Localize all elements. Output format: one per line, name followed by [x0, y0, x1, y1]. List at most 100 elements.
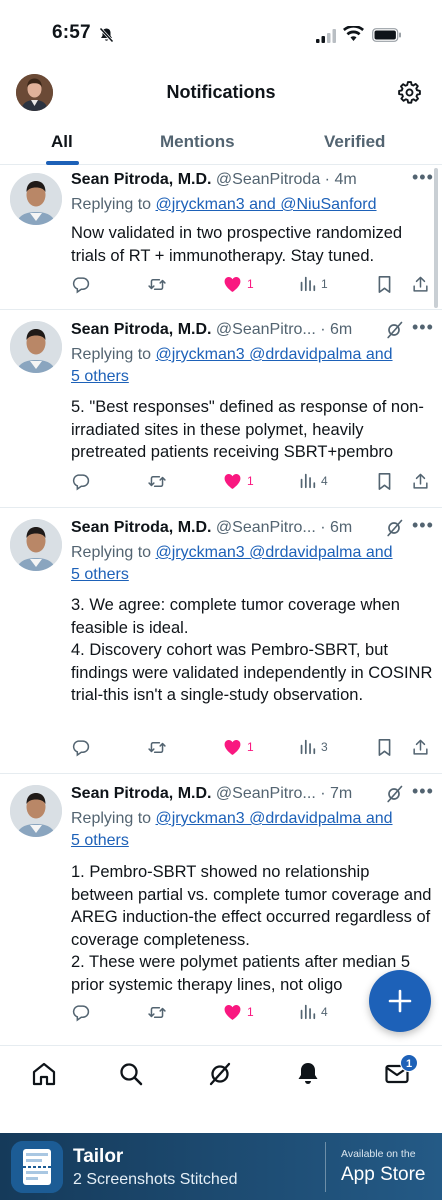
share-button[interactable]: [411, 738, 430, 757]
views-button[interactable]: 4: [299, 1003, 328, 1020]
analytics-icon: [300, 473, 316, 489]
more-options-icon[interactable]: •••: [412, 317, 434, 338]
tweet-time: 6m: [329, 321, 353, 338]
replying-to: Replying to @jryckman3 @drdavidpalma and…: [71, 346, 393, 385]
author-avatar[interactable]: [10, 321, 62, 373]
more-options-icon[interactable]: •••: [412, 515, 434, 536]
reply-icon: [72, 474, 90, 491]
bookmark-button[interactable]: [376, 738, 393, 757]
author-avatar[interactable]: [10, 173, 62, 225]
bookmark-button[interactable]: [376, 275, 393, 294]
more-options-icon[interactable]: •••: [412, 781, 434, 802]
views-button[interactable]: 3: [299, 738, 328, 755]
like-button[interactable]: 1: [223, 738, 254, 756]
views-button[interactable]: 1: [299, 275, 328, 292]
battery-icon: [372, 28, 401, 42]
tweet-time: 4m: [334, 171, 357, 188]
like-button[interactable]: 1: [223, 472, 254, 490]
like-count: 1: [247, 474, 254, 488]
author-handle[interactable]: @SeanPitroda: [216, 171, 320, 188]
replying-to-links[interactable]: @jryckman3 @drdavidpalma and: [156, 346, 393, 363]
share-button[interactable]: [411, 275, 430, 294]
view-count: 4: [321, 473, 328, 488]
search-icon[interactable]: [117, 1060, 145, 1088]
reply-button[interactable]: [71, 472, 90, 491]
app-store-link[interactable]: App Store: [341, 1164, 426, 1186]
reply-button[interactable]: [71, 275, 90, 294]
replying-to-links[interactable]: @jryckman3 @drdavidpalma and: [156, 544, 393, 561]
tweet-item[interactable]: Sean Pitroda, M.D. @SeanPitro... · 6m ••…: [0, 311, 442, 508]
reply-icon: [72, 277, 90, 294]
tweet-time: 7m: [329, 785, 353, 802]
banner-subtitle: 2 Screenshots Stitched: [73, 1171, 238, 1188]
tweet-header: Sean Pitroda, M.D. @SeanPitro... · 6m: [71, 519, 353, 536]
scrollbar[interactable]: [434, 168, 438, 308]
topic-icon[interactable]: [384, 320, 404, 340]
tweet-header: Sean Pitroda, M.D. @SeanPitro... · 6m: [71, 321, 353, 338]
reply-button[interactable]: [71, 1003, 90, 1022]
tweet-text: 3. We agree: complete tumor coverage whe…: [71, 596, 433, 704]
author-name[interactable]: Sean Pitroda, M.D.: [71, 519, 211, 536]
share-icon: [413, 276, 428, 292]
reply-button[interactable]: [71, 738, 90, 757]
author-avatar[interactable]: [10, 785, 62, 837]
banner-available-text: Available on the: [341, 1148, 416, 1160]
analytics-icon: [300, 739, 316, 755]
repost-button[interactable]: [147, 472, 167, 491]
tab-verified[interactable]: Verified: [324, 132, 385, 152]
tweet-actions: 1 4: [71, 472, 433, 496]
replying-to-others[interactable]: 5 others: [71, 832, 129, 849]
tweet-header: Sean Pitroda, M.D. @SeanPitroda · 4m: [71, 171, 357, 188]
repost-button[interactable]: [147, 275, 167, 294]
like-button[interactable]: 1: [223, 1003, 254, 1021]
share-icon: [413, 739, 428, 755]
compose-button[interactable]: [369, 970, 431, 1032]
page-title: Notifications: [166, 82, 276, 102]
replying-to-links[interactable]: @jryckman3 and @NiuSanford: [156, 196, 377, 213]
bookmark-button[interactable]: [376, 472, 393, 491]
heart-filled-icon: [224, 473, 241, 489]
author-avatar[interactable]: [10, 519, 62, 571]
topic-icon[interactable]: [384, 784, 404, 804]
topic-icon[interactable]: [384, 518, 404, 538]
repost-button[interactable]: [147, 738, 167, 757]
notifications-bell-icon[interactable]: [294, 1060, 322, 1088]
bottom-navigation: 1: [0, 1045, 442, 1133]
tweet-time: 6m: [329, 519, 353, 536]
home-icon[interactable]: [30, 1060, 58, 1088]
replying-to-others[interactable]: 5 others: [71, 566, 129, 583]
reply-icon: [72, 740, 90, 757]
author-name[interactable]: Sean Pitroda, M.D.: [71, 171, 211, 188]
view-count: 4: [321, 1004, 328, 1019]
grok-icon[interactable]: [206, 1060, 234, 1088]
messages-badge: 1: [400, 1054, 418, 1072]
app-banner[interactable]: Tailor 2 Screenshots Stitched Available …: [0, 1133, 442, 1200]
author-handle[interactable]: @SeanPitro...: [216, 785, 316, 802]
author-handle[interactable]: @SeanPitro...: [216, 321, 316, 338]
gear-icon[interactable]: [397, 80, 422, 105]
banner-app-name: Tailor: [73, 1146, 124, 1167]
replying-to-others[interactable]: 5 others: [71, 368, 129, 385]
view-count: 3: [321, 739, 328, 754]
repost-button[interactable]: [147, 1003, 167, 1022]
more-options-icon[interactable]: •••: [412, 167, 434, 188]
analytics-icon: [300, 276, 316, 292]
heart-filled-icon: [224, 739, 241, 755]
notification-feed[interactable]: Sean Pitroda, M.D. @SeanPitroda · 4m •••…: [0, 165, 442, 1045]
author-name[interactable]: Sean Pitroda, M.D.: [71, 321, 211, 338]
views-button[interactable]: 4: [299, 472, 328, 489]
tweet-text: Now validated in two prospective randomi…: [71, 224, 403, 265]
tweet-item[interactable]: Sean Pitroda, M.D. @SeanPitro... · 6m ••…: [0, 509, 442, 774]
author-handle[interactable]: @SeanPitro...: [216, 519, 316, 536]
tab-mentions[interactable]: Mentions: [160, 132, 235, 152]
author-name[interactable]: Sean Pitroda, M.D.: [71, 785, 211, 802]
replying-to-links[interactable]: @jryckman3 @drdavidpalma and: [156, 810, 393, 827]
share-button[interactable]: [411, 472, 430, 491]
tweet-header: Sean Pitroda, M.D. @SeanPitro... · 7m: [71, 785, 353, 802]
bookmark-icon: [378, 473, 391, 490]
tab-all[interactable]: All: [51, 132, 73, 152]
bookmark-icon: [378, 739, 391, 756]
like-button[interactable]: 1: [223, 275, 254, 293]
tweet-item[interactable]: Sean Pitroda, M.D. @SeanPitroda · 4m •••…: [0, 165, 442, 310]
status-bar: 6:57: [0, 0, 442, 66]
